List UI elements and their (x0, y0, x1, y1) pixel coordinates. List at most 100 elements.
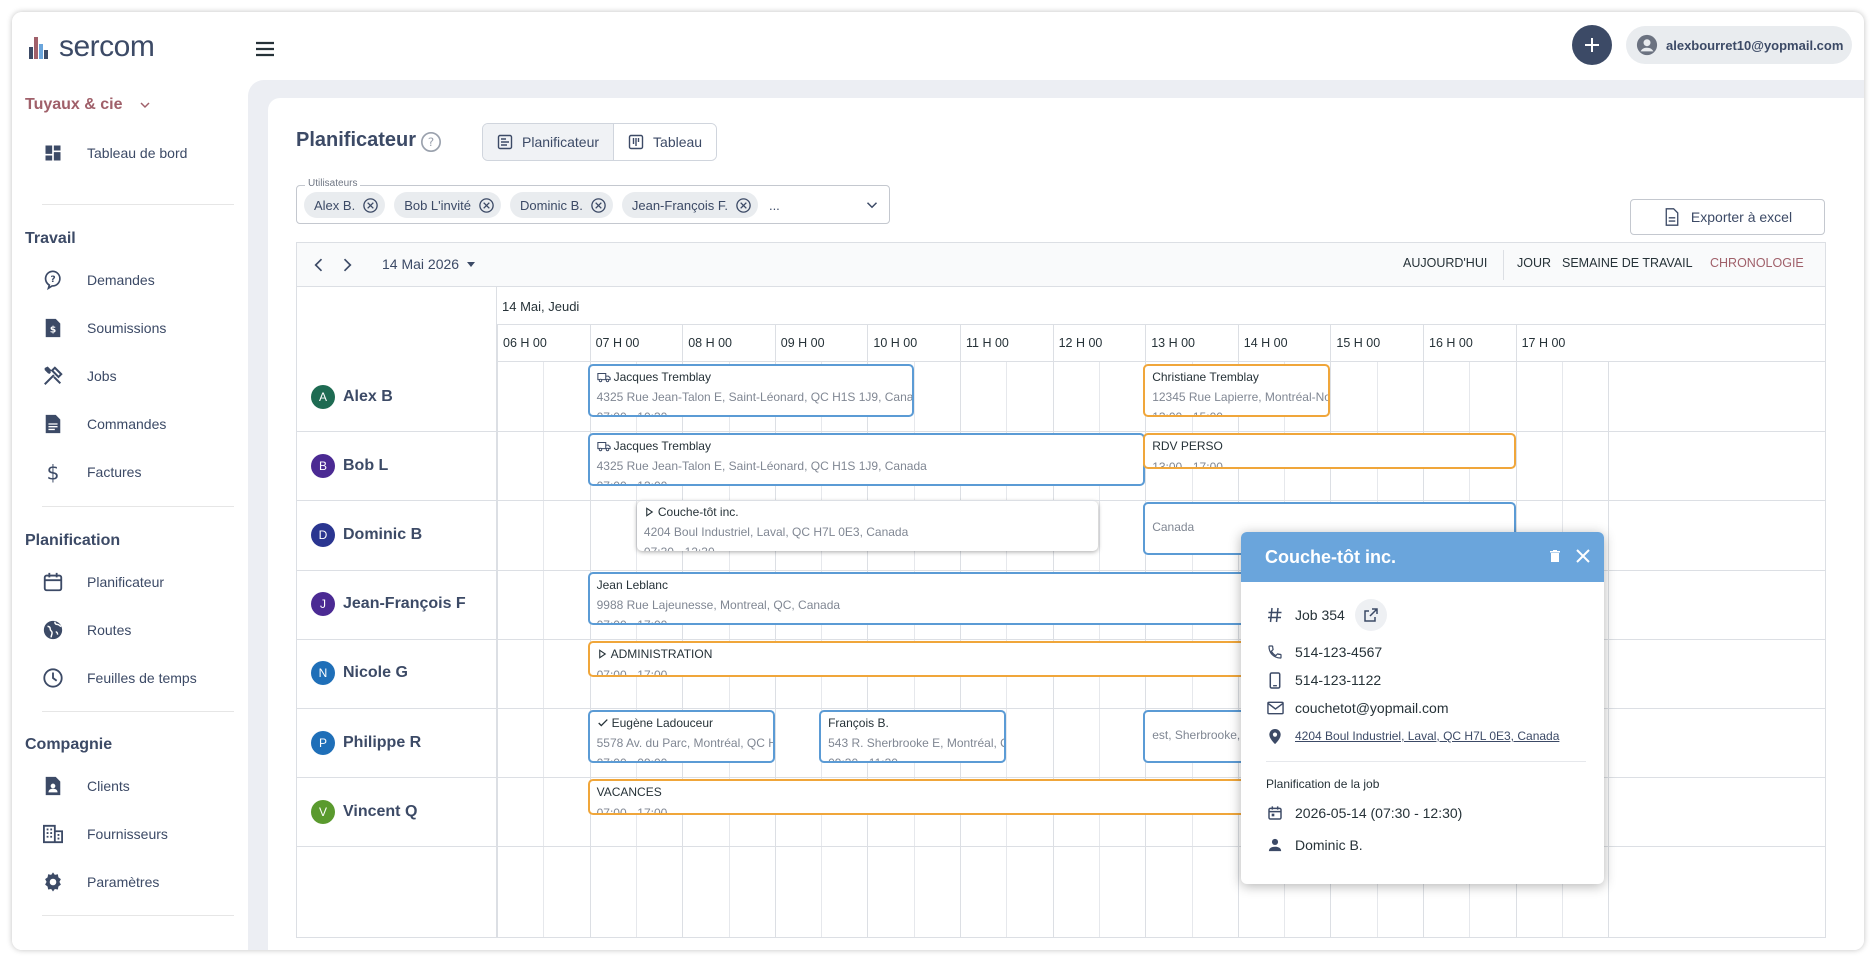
board-view-icon (628, 134, 644, 150)
export-excel-button[interactable]: Exporter à excel (1630, 199, 1825, 235)
globe-icon (42, 619, 64, 641)
help-icon[interactable]: ? (420, 131, 442, 153)
hour-label: 13 H 00 (1145, 325, 1238, 362)
event-card[interactable]: Jacques Tremblay 4325 Rue Jean-Talon E, S… (587, 364, 914, 417)
sidebar-item-soumissions[interactable]: $ Soumissions (42, 313, 166, 343)
sidebar-item-clients[interactable]: Clients (42, 771, 130, 801)
hour-label: 08 H 00 (682, 325, 775, 362)
dragging-event[interactable]: Couche-tôt inc. 4204 Boul Industriel, Lav… (636, 501, 1098, 552)
event-address: 12345 Rue Lapierre, Montréal-Nord, QC (1152, 390, 1331, 404)
scheduler-view-icon (497, 134, 513, 150)
event-title: Christiane Tremblay (1152, 370, 1259, 384)
hour-label: 06 H 00 (497, 325, 590, 362)
user-chip[interactable]: Alex B. (304, 192, 386, 218)
row-divider (297, 500, 1825, 502)
chevron-down-icon[interactable] (863, 196, 881, 214)
next-icon[interactable] (337, 255, 357, 275)
previous-icon[interactable] (309, 255, 329, 275)
remove-chip-icon[interactable] (362, 197, 379, 214)
add-button[interactable] (1572, 25, 1612, 65)
current-date: 14 Mai 2026 (382, 256, 460, 272)
hour-label: 12 H 00 (1052, 325, 1146, 362)
remove-chip-icon[interactable] (735, 197, 752, 214)
resource-row-header: V Vincent Q (311, 799, 417, 824)
scheduler-toolbar: 14 Mai 2026 AUJOURD'HUI JOUR SEMAINE DE … (297, 243, 1825, 287)
date-picker[interactable]: 14 Mai 2026 (382, 256, 477, 272)
tools-icon (42, 365, 64, 387)
divider (42, 711, 234, 712)
user-menu[interactable]: alexbourret10@yopmail.com (1626, 26, 1852, 64)
hour-label: 15 H 00 (1330, 325, 1423, 362)
hour-label: 11 H 00 (960, 325, 1053, 362)
close-icon[interactable] (1573, 546, 1593, 566)
sidebar-item-commandes[interactable]: Commandes (42, 409, 166, 439)
sidebar-item-factures[interactable]: $ Factures (42, 457, 142, 487)
user-chips: Alex B. Bob L'invité Dominic B. Jean-Fra… (304, 192, 780, 218)
user-chip[interactable]: Jean-François F. (621, 192, 758, 218)
section-title-travail: Travail (25, 230, 76, 247)
event-card[interactable]: François B. 543 R. Sherbrooke E, Montréal… (819, 710, 1007, 763)
sidebar-item-label: Feuilles de temps (87, 670, 197, 686)
company-selector[interactable]: Tuyaux & cie (25, 96, 153, 114)
hour-label: 10 H 00 (867, 325, 960, 362)
toggle-planificateur[interactable]: Planificateur (483, 124, 614, 160)
sidebar-item-feuilles-de-temps[interactable]: Feuilles de temps (42, 663, 197, 693)
day-header: 14 Mai, Jeudi (497, 287, 1825, 325)
event-time: 09:30 - 11:30 (828, 756, 898, 763)
user-chip[interactable]: Bob L'invité (394, 192, 501, 218)
view-timeline[interactable]: CHRONOLOGIE (1710, 256, 1804, 270)
gear-icon (42, 871, 64, 893)
chevron-down-icon (139, 102, 150, 109)
event-time: 13:00 - 15:00 (1152, 410, 1223, 417)
popup-address-row: 4204 Boul Industriel, Laval, QC H7L 0E3,… (1266, 725, 1559, 747)
remove-chip-icon[interactable] (478, 197, 495, 214)
popup-date: 2026-05-14 (07:30 - 12:30) (1295, 805, 1463, 821)
view-work-week[interactable]: SEMAINE DE TRAVAIL (1562, 256, 1693, 270)
sidebar-item-tableau-de-bord[interactable]: Tableau de bord (42, 138, 187, 168)
toggle-tableau[interactable]: Tableau (613, 124, 717, 160)
hour-label: 17 H 00 (1515, 325, 1609, 362)
sidebar-item-planificateur[interactable]: Planificateur (42, 567, 164, 597)
sidebar-item-label: Fournisseurs (87, 826, 168, 842)
event-address: 543 R. Sherbrooke E, Montréal, QC H2 (828, 736, 1004, 750)
view-day[interactable]: JOUR (1517, 256, 1551, 270)
logo[interactable]: sercom (29, 29, 155, 65)
sidebar-item-routes[interactable]: Routes (42, 615, 131, 645)
resource-name: Alex B (343, 387, 393, 405)
sidebar-item-parametres[interactable]: Paramètres (42, 867, 159, 897)
popup-section-title: Planification de la job (1266, 777, 1380, 791)
resource-row-header: A Alex B (311, 384, 393, 409)
view-today[interactable]: AUJOURD'HUI (1403, 256, 1487, 270)
sidebar-item-jobs[interactable]: Jobs (42, 361, 117, 391)
sidebar-item-label: Demandes (87, 272, 155, 288)
open-job-button[interactable] (1354, 599, 1387, 631)
sidebar-item-demandes[interactable]: ? Demandes (42, 265, 155, 295)
event-address: 4325 Rue Jean-Talon E, Saint-Léonard, QC… (596, 390, 914, 404)
toggle-label: Planificateur (522, 134, 600, 150)
sidebar-item-label: Clients (87, 778, 130, 794)
event-time: 07:00 - 10:30 (596, 410, 668, 417)
event-time: 07:30 - 12:30 (644, 539, 1091, 551)
event-title: Couche-tôt inc. (644, 504, 1091, 520)
popup-address-link[interactable]: 4204 Boul Industriel, Laval, QC H7L 0E3,… (1295, 729, 1559, 743)
popup-mobile-row: 514-123-1122 (1266, 669, 1381, 691)
avatar: P (311, 730, 335, 755)
calendar-icon (1266, 804, 1284, 822)
trash-icon[interactable] (1547, 548, 1563, 564)
play-icon (646, 507, 654, 518)
event-card[interactable]: Eugène Ladouceur 5578 Av. du Parc, Montré… (587, 710, 775, 763)
menu-button[interactable] (250, 34, 280, 64)
event-card[interactable]: Christiane Tremblay 12345 Rue Lapierre, M… (1143, 364, 1331, 417)
person-icon (1266, 836, 1284, 854)
popup-mobile: 514-123-1122 (1295, 672, 1382, 688)
avatar: B (311, 453, 335, 478)
event-card[interactable]: RDV PERSO 13:00 - 17:00 (1143, 433, 1516, 470)
popup-email-row: couchetot@yopmail.com (1266, 697, 1449, 719)
event-card[interactable]: Jacques Tremblay 4325 Rue Jean-Talon E, S… (587, 433, 1146, 487)
remove-chip-icon[interactable] (590, 197, 607, 214)
users-filter[interactable]: Utilisateurs Alex B. Bob L'invité Domini… (296, 178, 890, 224)
hamburger-icon (256, 41, 274, 57)
user-chip[interactable]: Dominic B. (510, 192, 613, 218)
sidebar-item-fournisseurs[interactable]: Fournisseurs (42, 819, 168, 849)
logo-mark-icon (29, 35, 51, 59)
